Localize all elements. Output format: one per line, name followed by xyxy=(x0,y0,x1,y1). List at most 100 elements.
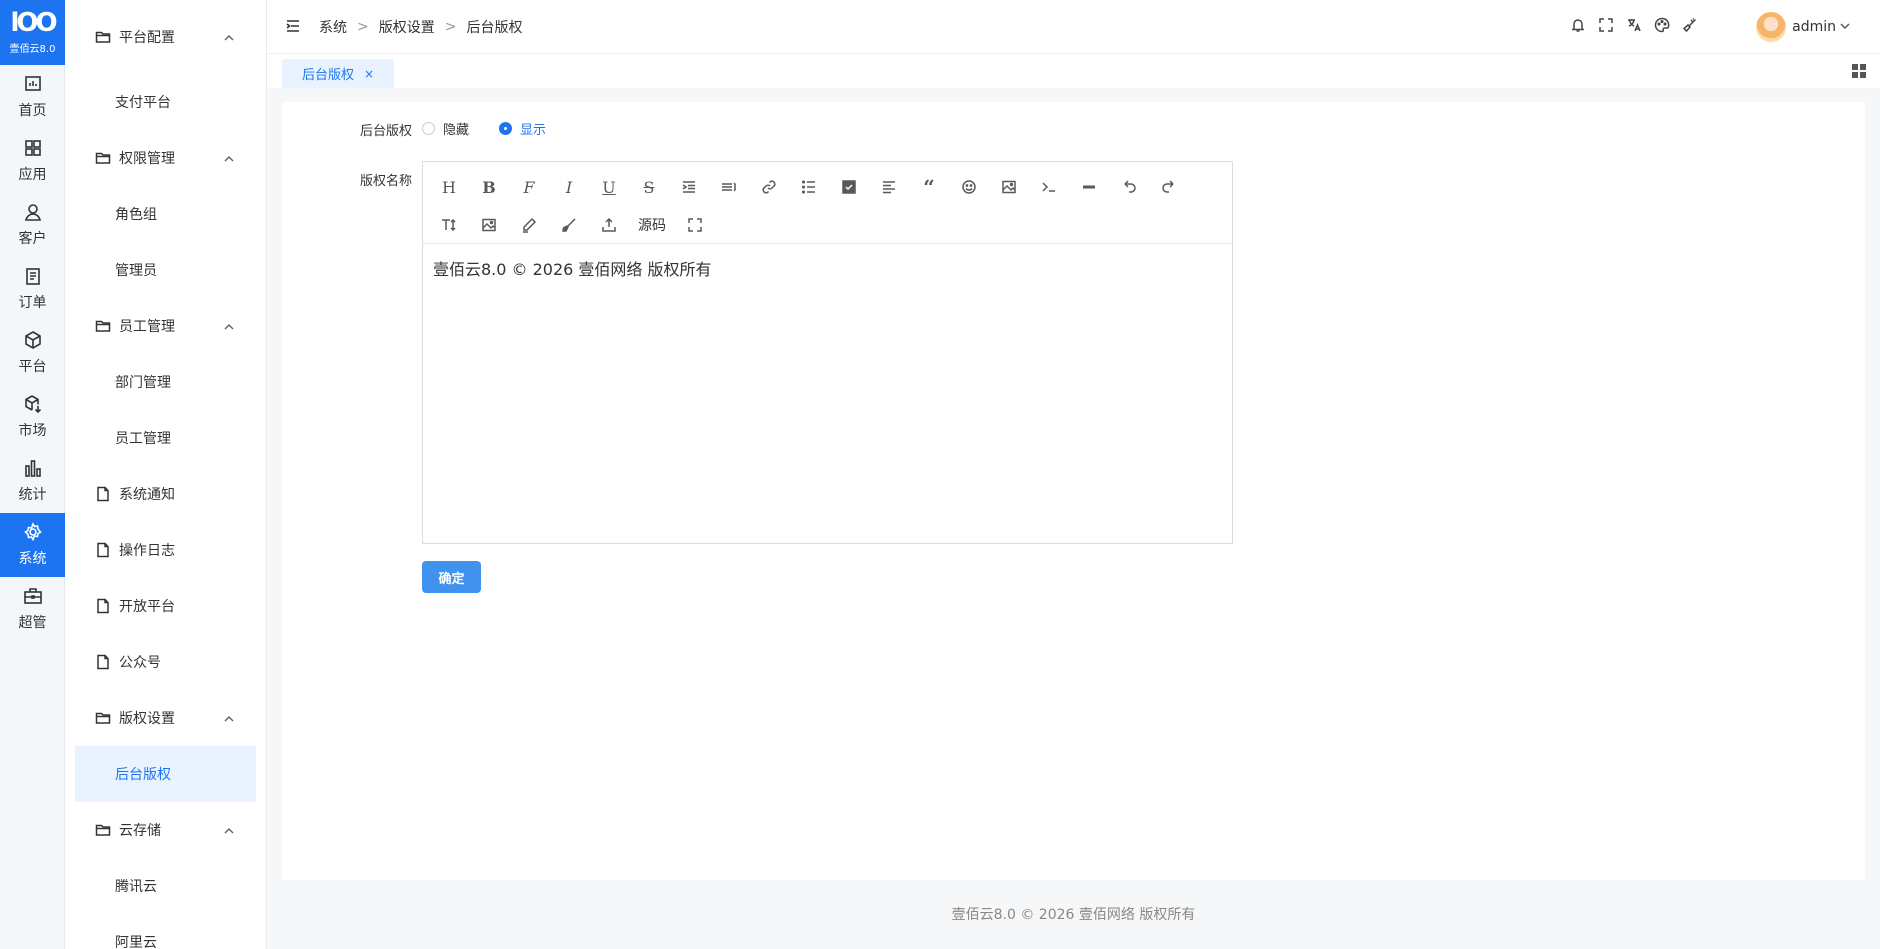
folder-icon xyxy=(95,29,111,45)
cube-icon xyxy=(24,331,41,349)
submenu-group-copyright[interactable]: 版权设置 xyxy=(65,690,266,746)
tab-admin-copyright[interactable]: 后台版权 × xyxy=(282,59,395,88)
font-icon[interactable]: F xyxy=(509,172,549,202)
heading-icon[interactable]: H xyxy=(429,172,469,202)
horizontal-rule-icon[interactable] xyxy=(1069,172,1109,202)
brush-clear-icon[interactable] xyxy=(1682,17,1700,35)
submenu-item-label: 操作日志 xyxy=(119,543,175,559)
breadcrumb: 系统 > 版权设置 > 后台版权 xyxy=(319,17,522,37)
link-icon[interactable] xyxy=(749,172,789,202)
emoji-icon[interactable] xyxy=(949,172,989,202)
submenu-item-aliyun[interactable]: 阿里云 xyxy=(65,914,266,949)
submenu-group-permissions[interactable]: 权限管理 xyxy=(65,130,266,186)
header-tools xyxy=(1570,17,1700,35)
copyright-visibility-radio-group: 隐藏 显示 xyxy=(422,119,546,138)
logo-mark: lOO xyxy=(10,8,57,38)
rail-item-stats[interactable]: 统计 xyxy=(0,449,65,513)
bell-icon[interactable] xyxy=(1570,17,1588,35)
code-icon[interactable] xyxy=(1029,172,1069,202)
line-height-icon[interactable] xyxy=(709,172,749,202)
translate-icon[interactable] xyxy=(1626,17,1644,35)
chevron-up-icon xyxy=(224,152,234,162)
rail-item-label: 超管 xyxy=(18,615,47,631)
folder-icon xyxy=(95,710,111,726)
folder-icon xyxy=(95,150,111,166)
rail-item-superadmin[interactable]: 超管 xyxy=(0,577,65,641)
brush-icon[interactable] xyxy=(549,210,589,240)
rail-item-label: 首页 xyxy=(18,103,47,119)
submenu-item-staff[interactable]: 员工管理 xyxy=(65,410,266,466)
file-icon xyxy=(95,654,111,670)
radio-circle-checked xyxy=(499,122,513,135)
upload-icon[interactable] xyxy=(589,210,629,240)
tab-label: 后台版权 xyxy=(302,68,355,83)
source-code-button[interactable]: 源码 xyxy=(629,210,675,240)
chevron-up-icon xyxy=(224,824,234,834)
undo-icon[interactable] xyxy=(1109,172,1149,202)
breadcrumb-item[interactable]: 系统 xyxy=(319,17,347,37)
close-icon[interactable]: × xyxy=(364,67,374,81)
bar-chart-icon xyxy=(24,460,41,477)
palette-icon[interactable] xyxy=(1654,17,1672,35)
rail-item-customers[interactable]: 客户 xyxy=(0,193,65,257)
copyright-name-label: 版权名称 xyxy=(360,174,413,189)
rail-item-home[interactable]: 首页 xyxy=(0,65,65,129)
fullscreen-icon[interactable] xyxy=(1598,17,1616,35)
font-size-icon[interactable] xyxy=(429,210,469,240)
avatar xyxy=(1756,12,1787,42)
rail-item-label: 统计 xyxy=(18,487,47,503)
list-icon[interactable] xyxy=(789,172,829,202)
submenu-item-system-notice[interactable]: 系统通知 xyxy=(65,466,266,522)
breadcrumb-item[interactable]: 版权设置 xyxy=(379,17,435,37)
rail-item-market[interactable]: 市场 xyxy=(0,385,65,449)
submenu-item-admin-copyright[interactable]: 后台版权 xyxy=(75,746,256,802)
logo[interactable]: lOO 壹佰云8.0 xyxy=(0,0,65,65)
redo-icon[interactable] xyxy=(1149,172,1189,202)
bold-icon[interactable]: B xyxy=(469,172,509,202)
strikethrough-icon[interactable]: S xyxy=(629,172,669,202)
copyright-visibility-label: 后台版权 xyxy=(360,124,413,139)
checklist-icon[interactable] xyxy=(829,172,869,202)
insert-image-icon[interactable] xyxy=(469,210,509,240)
submenu-item-roles[interactable]: 角色组 xyxy=(65,186,266,242)
submenu-item-operation-log[interactable]: 操作日志 xyxy=(65,522,266,578)
submenu-group-platform-config[interactable]: 平台配置 xyxy=(65,0,266,74)
menu-fold-icon[interactable] xyxy=(285,18,301,34)
submenu-item-payment[interactable]: 支付平台 xyxy=(65,74,266,130)
rail-item-platform[interactable]: 平台 xyxy=(0,321,65,385)
submenu-item-official-account[interactable]: 公众号 xyxy=(65,634,266,690)
fullscreen-icon[interactable] xyxy=(675,210,715,240)
user-icon xyxy=(24,204,41,221)
username: admin xyxy=(1792,19,1836,35)
radio-show[interactable]: 显示 xyxy=(499,119,546,138)
indent-icon[interactable] xyxy=(669,172,709,202)
icon-rail: lOO 壹佰云8.0 首页 应用 客户 订单 平台 市场 统计 系统 超管 xyxy=(0,0,65,949)
submenu-group-label: 平台配置 xyxy=(119,30,175,46)
clipboard-icon xyxy=(25,268,40,285)
rail-item-system[interactable]: 系统 xyxy=(0,513,65,577)
chevron-up-icon xyxy=(224,712,234,722)
submenu-group-label: 版权设置 xyxy=(119,711,175,727)
submenu-item-open-platform[interactable]: 开放平台 xyxy=(65,578,266,634)
user-menu[interactable]: admin xyxy=(1756,12,1850,42)
rail-item-orders[interactable]: 订单 xyxy=(0,257,65,321)
italic-icon[interactable]: I xyxy=(549,172,589,202)
submenu-item-tencent-cloud[interactable]: 腾讯云 xyxy=(65,858,266,914)
radio-label: 隐藏 xyxy=(443,123,470,138)
grid-menu-icon[interactable] xyxy=(1852,64,1866,78)
align-left-icon[interactable] xyxy=(869,172,909,202)
submenu-item-admins[interactable]: 管理员 xyxy=(65,242,266,298)
pen-icon[interactable] xyxy=(509,210,549,240)
submenu-item-departments[interactable]: 部门管理 xyxy=(65,354,266,410)
image-icon[interactable] xyxy=(989,172,1029,202)
confirm-button[interactable]: 确定 xyxy=(422,561,481,593)
tab-bar: 后台版权 × xyxy=(267,54,1880,88)
radio-hide[interactable]: 隐藏 xyxy=(422,119,469,138)
submenu-group-cloud-storage[interactable]: 云存储 xyxy=(65,802,266,858)
quote-icon[interactable]: “ xyxy=(909,172,949,202)
radio-label: 显示 xyxy=(520,123,547,138)
underline-icon[interactable]: U xyxy=(589,172,629,202)
submenu-group-staff[interactable]: 员工管理 xyxy=(65,298,266,354)
editor-content[interactable]: 壹佰云8.0 © 2026 壹佰网络 版权所有 xyxy=(423,244,1232,292)
rail-item-apps[interactable]: 应用 xyxy=(0,129,65,193)
